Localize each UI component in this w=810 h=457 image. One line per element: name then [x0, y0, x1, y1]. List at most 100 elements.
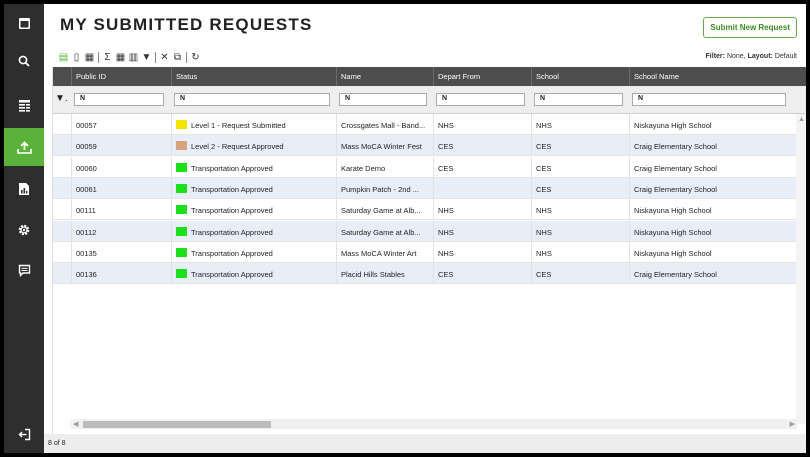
cell-name-text: Saturday Game at Alb...: [341, 227, 421, 237]
filter-input-public-id[interactable]: N: [74, 93, 164, 106]
horizontal-scroll-thumb[interactable]: [83, 421, 271, 428]
status-color-swatch: [176, 120, 187, 130]
export-document-icon[interactable]: ▯: [71, 51, 82, 63]
cell-school-text: CES: [536, 163, 552, 173]
cell-school-name: Niskayuna High School: [629, 199, 797, 221]
cell-public-id-text: 00136: [76, 270, 97, 280]
cell-status: Transportation Approved: [171, 199, 336, 221]
cell-status-text: Transportation Approved: [191, 270, 273, 280]
table-row[interactable]: 00059 Level 2 - Request Approved Mass MoCA…: [53, 135, 797, 157]
clear-icon[interactable]: ✕: [159, 51, 170, 63]
cell-school-name: Niskayuna High School: [629, 241, 797, 263]
export-excel-icon[interactable]: ▤: [58, 51, 69, 63]
status-color-swatch: [176, 247, 187, 257]
cell-public-id: 00060: [71, 156, 171, 178]
sidebar-item-reports[interactable]: [4, 170, 44, 208]
refresh-icon[interactable]: ↻: [190, 51, 201, 63]
cell-status-text: Transportation Approved: [191, 248, 273, 258]
cell-public-id-text: 00135: [76, 248, 97, 258]
filter-input-depart-from[interactable]: N: [436, 93, 525, 106]
scroll-up-icon[interactable]: ▲: [798, 116, 805, 123]
filter-input-status[interactable]: N: [174, 93, 330, 106]
cell-name-text: Karate Demo: [341, 163, 386, 173]
cell-depart-from-text: NHS: [438, 227, 454, 237]
copy-icon[interactable]: ⧉: [172, 51, 183, 63]
calendar-icon[interactable]: ▦: [84, 51, 95, 63]
sidebar-item-settings[interactable]: [4, 211, 44, 249]
table-row[interactable]: 00061 Transportation Approved Pumpkin Patc…: [53, 177, 797, 199]
table-row[interactable]: 00060 Transportation Approved Karate Demo C…: [53, 156, 797, 178]
cell-status-text: Level 1 - Request Submitted: [191, 121, 286, 130]
column-header-name[interactable]: Name: [336, 67, 433, 86]
sidebar-item-logout[interactable]: [4, 415, 44, 453]
cell-depart-from-text: NHS: [438, 121, 454, 130]
column-header-status[interactable]: Status: [171, 67, 336, 86]
filter-row: ▼. N N N N N N: [53, 86, 806, 114]
status-color-swatch: [176, 141, 187, 151]
cell-name: Mass MoCA Winter Fest: [336, 135, 433, 157]
cell-depart-from: [433, 177, 531, 199]
cell-public-id: 00059: [71, 135, 171, 157]
table-row[interactable]: 00112 Transportation Approved Saturday Gam…: [53, 220, 797, 242]
upload-icon: [16, 140, 32, 154]
status-color-swatch: [176, 226, 187, 236]
sidebar-item-home[interactable]: [4, 4, 44, 42]
table-row[interactable]: 00111 Transportation Approved Saturday Gam…: [53, 199, 797, 221]
cell-public-id-text: 00111: [76, 206, 96, 216]
cell-name-text: Crossgates Mall - Band...: [341, 121, 426, 130]
cell-depart-from-text: NHS: [438, 248, 454, 258]
status-color-swatch: [176, 205, 187, 215]
table-row[interactable]: 00136 Transportation Approved Placid Hills…: [53, 263, 797, 285]
cell-name: Pumpkin Patch - 2nd ...: [336, 177, 433, 199]
list-icon: [18, 99, 30, 112]
cell-status: Level 1 - Request Submitted: [171, 114, 336, 135]
filter-icon[interactable]: ▼: [141, 51, 152, 63]
filter-operator: N: [638, 95, 644, 102]
filter-input-school[interactable]: N: [534, 93, 623, 106]
report-icon: [19, 183, 29, 195]
sidebar-item-messages[interactable]: [4, 251, 44, 289]
cell-school: CES: [531, 177, 629, 199]
column-header-depart-from[interactable]: Depart From: [433, 67, 531, 86]
cell-depart-from-text: CES: [438, 142, 454, 152]
sidebar-item-submitted[interactable]: [4, 128, 44, 166]
column-header-school[interactable]: School: [531, 67, 629, 86]
columns-icon[interactable]: ▥: [128, 51, 139, 63]
cell-status-text: Transportation Approved: [191, 163, 273, 173]
cell-public-id: 00111: [71, 199, 171, 221]
status-color-swatch: [176, 162, 187, 172]
filter-input-school-name[interactable]: N: [632, 93, 786, 106]
table-row[interactable]: 00135 Transportation Approved Mass MoCA Wi…: [53, 241, 797, 263]
column-header-school-name[interactable]: School Name: [629, 67, 806, 86]
filter-input-name[interactable]: N: [339, 93, 427, 106]
cell-school-name-text: Niskayuna High School: [634, 248, 712, 258]
cell-name-text: Placid Hills Stables: [341, 270, 405, 280]
cell-name-text: Saturday Game at Alb...: [341, 206, 421, 216]
cell-depart-from: NHS: [433, 199, 531, 221]
sidebar-item-list[interactable]: [4, 86, 44, 124]
vertical-scrollbar[interactable]: ▲: [796, 114, 806, 424]
cell-school-name-text: Craig Elementary School: [634, 184, 717, 194]
scroll-left-icon[interactable]: ◀: [73, 420, 78, 428]
cell-depart-from: NHS: [433, 241, 531, 263]
cell-school-name: Craig Elementary School: [629, 177, 797, 199]
window-icon: [18, 17, 30, 29]
cell-public-id-text: 00112: [76, 227, 97, 237]
submit-new-request-button[interactable]: Submit New Request: [703, 17, 797, 38]
cell-public-id: 00057: [71, 114, 171, 135]
scroll-right-icon[interactable]: ▶: [790, 420, 795, 428]
cell-school-text: NHS: [536, 248, 552, 258]
cell-school-text: CES: [536, 270, 552, 280]
cell-public-id-text: 00060: [76, 163, 97, 173]
sum-icon[interactable]: Σ: [102, 51, 113, 63]
sidebar-item-search[interactable]: [4, 42, 44, 80]
gear-icon: [18, 224, 30, 236]
cell-school-name: Craig Elementary School: [629, 263, 797, 285]
column-header-public-id[interactable]: Public ID: [71, 67, 171, 86]
horizontal-scrollbar[interactable]: ◀ ▶: [71, 419, 797, 429]
cell-school-name-text: Craig Elementary School: [634, 163, 717, 173]
cell-public-id: 00112: [71, 220, 171, 242]
grid-layout-icon[interactable]: ▦: [115, 51, 126, 63]
table-row[interactable]: 00057 Level 1 - Request Submitted Crossgat…: [53, 114, 797, 135]
filter-funnel-icon[interactable]: ▼.: [55, 93, 68, 104]
